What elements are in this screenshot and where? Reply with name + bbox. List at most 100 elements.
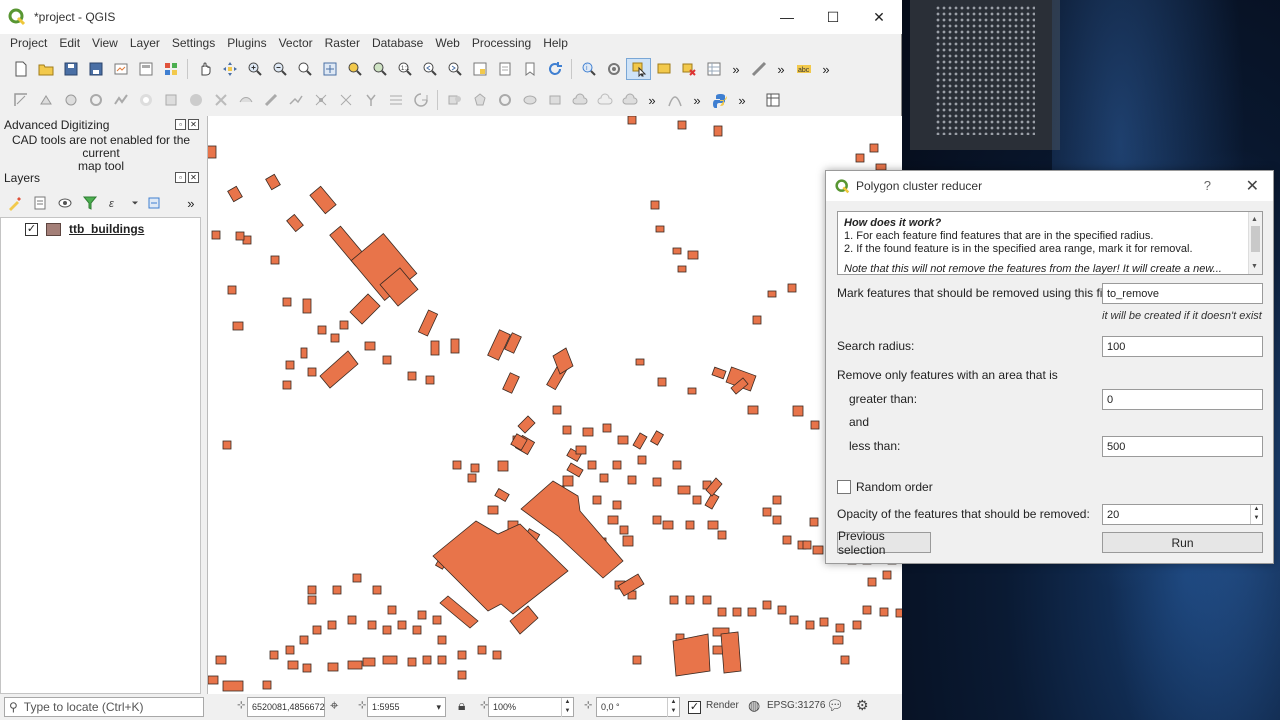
- coordinate-field[interactable]: 6520081,4856672: [247, 697, 325, 717]
- toolbar-overflow-4[interactable]: »: [642, 93, 662, 108]
- split-parts-icon[interactable]: [333, 89, 358, 111]
- render-checkbox[interactable]: ✓: [688, 701, 701, 714]
- offset-curve-icon[interactable]: [283, 89, 308, 111]
- toolbar-overflow-5[interactable]: »: [687, 93, 707, 108]
- add-ring-icon[interactable]: [133, 89, 158, 111]
- merge-features-icon[interactable]: [358, 89, 383, 111]
- scroll-down-icon[interactable]: ▼: [1251, 260, 1258, 273]
- toolbar-overflow-2[interactable]: »: [771, 62, 791, 77]
- select-by-attribute-icon[interactable]: [651, 58, 676, 80]
- open-layer-styling-icon[interactable]: [4, 192, 27, 214]
- random-order-checkbox[interactable]: [837, 480, 851, 494]
- curve-digitize-icon[interactable]: [662, 89, 687, 111]
- fill-ring-icon[interactable]: [183, 89, 208, 111]
- circle-digitize-icon[interactable]: [492, 89, 517, 111]
- rotation-field[interactable]: 0,0 ° ▲ ▼: [596, 697, 680, 717]
- menu-settings[interactable]: Settings: [166, 36, 221, 50]
- refresh-icon[interactable]: [542, 58, 567, 80]
- chevron-down-icon[interactable]: ▾: [436, 702, 441, 713]
- opacity-spin-arrows-icon[interactable]: ▲ ▼: [1250, 505, 1262, 524]
- new-map-view-icon[interactable]: [467, 58, 492, 80]
- python-console-icon[interactable]: [707, 89, 732, 111]
- shape-digitizing-icon[interactable]: [442, 89, 467, 111]
- run-feature-action-icon[interactable]: [601, 58, 626, 80]
- layout-manager-icon[interactable]: [133, 58, 158, 80]
- toolbar-overflow-3[interactable]: »: [816, 62, 836, 77]
- plugin-update-icon[interactable]: ⚙: [856, 697, 869, 714]
- merge-attributes-icon[interactable]: [383, 89, 408, 111]
- greater-than-input[interactable]: 0: [1102, 389, 1263, 410]
- cloud-save-icon[interactable]: [592, 89, 617, 111]
- menu-processing[interactable]: Processing: [466, 36, 537, 50]
- maximize-button[interactable]: ☐: [810, 0, 856, 34]
- zoom-to-selection-icon[interactable]: [342, 58, 367, 80]
- menu-plugins[interactable]: Plugins: [221, 36, 272, 50]
- help-button[interactable]: ?: [1204, 178, 1211, 193]
- deselect-features-icon[interactable]: [676, 58, 701, 80]
- lock-scale-icon[interactable]: 🔒︎: [458, 697, 465, 714]
- zoom-next-icon[interactable]: [442, 58, 467, 80]
- dialog-close-button[interactable]: ✕: [1246, 176, 1259, 196]
- magnifier-spinbox-icon[interactable]: ▲ ▼: [561, 698, 573, 717]
- less-than-input[interactable]: 500: [1102, 436, 1263, 457]
- filter-legend-icon[interactable]: [79, 192, 102, 214]
- previous-selection-button[interactable]: Previous selection: [837, 529, 931, 557]
- map-canvas[interactable]: [207, 116, 902, 694]
- cloud-sync-icon[interactable]: [617, 89, 642, 111]
- lock-extent-icon[interactable]: ⌖: [330, 697, 338, 714]
- zoom-rubberband-icon[interactable]: [292, 58, 317, 80]
- select-features-icon[interactable]: [626, 58, 651, 80]
- zoom-in-icon[interactable]: [242, 58, 267, 80]
- menu-database[interactable]: Database: [366, 36, 429, 50]
- delete-part-icon[interactable]: [233, 89, 258, 111]
- zoom-last-icon[interactable]: [417, 58, 442, 80]
- menu-project[interactable]: Project: [4, 36, 53, 50]
- filter-by-expression-icon[interactable]: ε: [104, 192, 127, 214]
- label-toolbar-icon[interactable]: abc: [791, 58, 816, 80]
- attribute-table-icon[interactable]: [701, 58, 726, 80]
- menu-layer[interactable]: Layer: [124, 36, 166, 50]
- processing-toolbox-icon[interactable]: [760, 89, 785, 111]
- pan-to-selection-icon[interactable]: [217, 58, 242, 80]
- search-radius-input[interactable]: 100: [1102, 336, 1263, 357]
- node-tool-icon[interactable]: [58, 89, 83, 111]
- temporal-controller-icon[interactable]: [492, 58, 517, 80]
- expand-all-icon[interactable]: [129, 192, 141, 214]
- scroll-up-icon[interactable]: ▲: [1251, 213, 1258, 226]
- add-group-icon[interactable]: [29, 192, 52, 214]
- menu-help[interactable]: Help: [537, 36, 574, 50]
- float-panel-icon[interactable]: ▫: [175, 119, 186, 130]
- rotate-feature-icon[interactable]: [83, 89, 108, 111]
- regular-polygon-icon[interactable]: [467, 89, 492, 111]
- simplify-feature-icon[interactable]: [108, 89, 133, 111]
- menu-raster[interactable]: Raster: [319, 36, 366, 50]
- messages-icon[interactable]: 💬︎: [826, 697, 844, 714]
- split-features-icon[interactable]: [308, 89, 333, 111]
- zoom-out-icon[interactable]: [267, 58, 292, 80]
- field-name-input[interactable]: to_remove: [1102, 283, 1263, 304]
- collapse-all-icon[interactable]: [143, 192, 166, 214]
- identify-features-icon[interactable]: i: [576, 58, 601, 80]
- delete-ring-icon[interactable]: [208, 89, 233, 111]
- layer-row-ttb-buildings[interactable]: ✓ ttb_buildings: [25, 222, 144, 236]
- menu-web[interactable]: Web: [429, 36, 465, 50]
- run-button[interactable]: Run: [1102, 532, 1263, 553]
- toolbar-overflow-6[interactable]: »: [732, 93, 752, 108]
- menu-vector[interactable]: Vector: [273, 36, 319, 50]
- rectangle-digitize-icon[interactable]: [542, 89, 567, 111]
- info-scrollbar[interactable]: ▲ ▼: [1248, 212, 1262, 274]
- zoom-to-layer-icon[interactable]: [367, 58, 392, 80]
- vertex-tool-icon[interactable]: [33, 89, 58, 111]
- float-layers-panel-icon[interactable]: ▫: [175, 172, 186, 183]
- rotation-spinbox-icon[interactable]: ▲ ▼: [667, 698, 679, 717]
- digitize-with-segment-icon[interactable]: [8, 89, 33, 111]
- close-panel-icon[interactable]: ✕: [188, 119, 199, 130]
- layers-toolbar-overflow[interactable]: »: [182, 196, 200, 211]
- zoom-native-icon[interactable]: 1:1: [392, 58, 417, 80]
- measure-line-icon[interactable]: [746, 58, 771, 80]
- reshape-icon[interactable]: [258, 89, 283, 111]
- save-project-icon[interactable]: [58, 58, 83, 80]
- new-project-icon[interactable]: [8, 58, 33, 80]
- scale-field[interactable]: 1:5955 ▾: [367, 697, 446, 717]
- close-button[interactable]: ✕: [856, 0, 902, 34]
